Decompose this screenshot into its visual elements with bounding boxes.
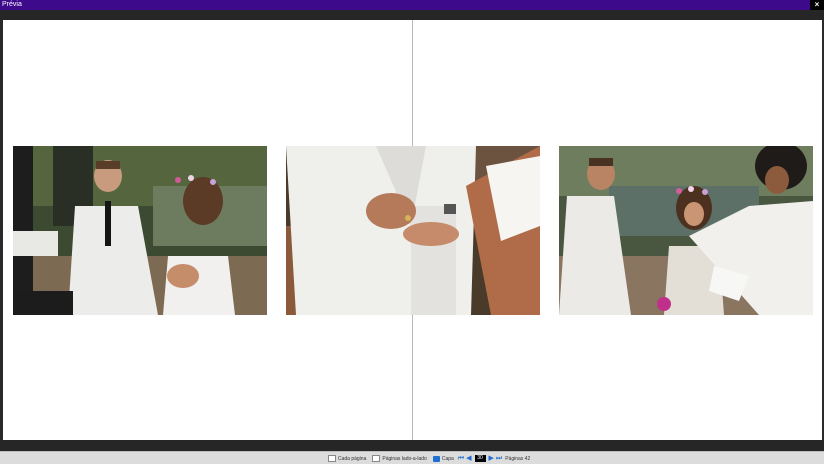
side-by-side-checkbox[interactable] — [372, 455, 381, 462]
current-page-field[interactable]: 30 — [474, 455, 486, 462]
close-icon[interactable]: × — [810, 0, 824, 10]
preview-statusbar: Cada página Páginas lado-a-lado Capa ⏮ ◀… — [0, 451, 824, 464]
bottom-margin — [0, 440, 824, 451]
photo-ring-exchange-closeup — [286, 146, 540, 315]
next-page-icon[interactable]: ▶ — [489, 454, 494, 463]
single-page-checkbox[interactable] — [328, 455, 336, 462]
cover-icon[interactable] — [432, 455, 440, 462]
window-title: Prévia — [2, 1, 22, 8]
single-page-label: Cada página — [338, 455, 367, 462]
previous-page-icon[interactable]: ◀ — [466, 454, 471, 463]
last-page-icon[interactable]: ⏭ — [496, 454, 502, 463]
total-pages-label: Páginas 42 — [505, 455, 531, 462]
cover-label[interactable]: Capa — [442, 456, 454, 462]
view-controls: Cada página Páginas lado-a-lado Capa ⏮ ◀… — [328, 454, 536, 463]
photo-groom-with-microphone — [13, 146, 267, 315]
photo-couple-with-officiant — [559, 146, 813, 315]
window-titlebar: Prévia × — [0, 0, 824, 10]
top-margin — [0, 10, 824, 20]
album-spread — [3, 20, 822, 440]
side-by-side-label: Páginas lado-a-lado — [382, 455, 427, 462]
first-page-icon[interactable]: ⏮ — [458, 454, 464, 463]
